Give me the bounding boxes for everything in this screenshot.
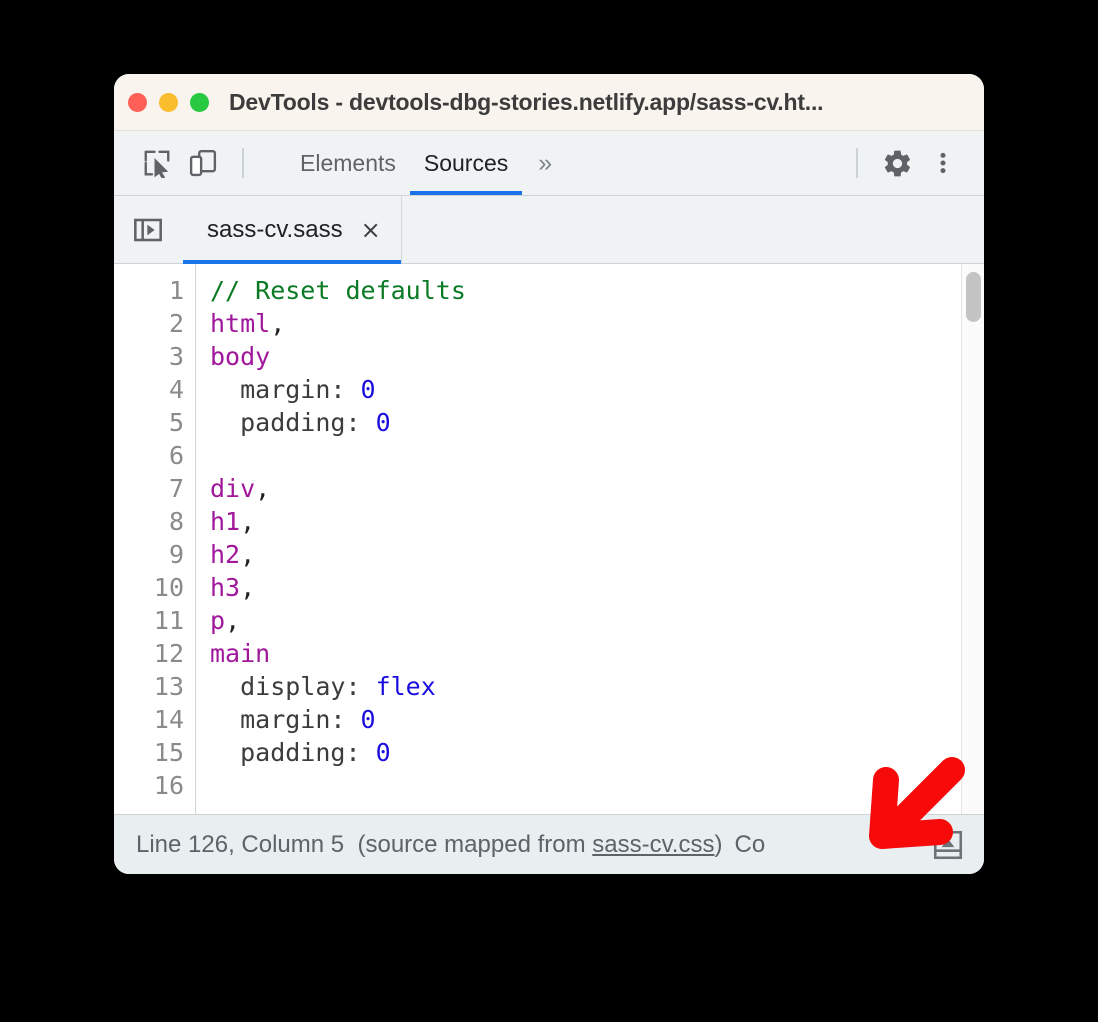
line-number: 2 [168, 309, 184, 338]
code-token: , [240, 573, 256, 602]
code-token: 0 [375, 408, 391, 437]
line-number: 10 [153, 573, 184, 602]
code-line[interactable]: display: flex [210, 670, 984, 703]
code-token: h1 [210, 507, 241, 536]
line-number: 4 [168, 375, 184, 404]
code-token: flex [375, 672, 436, 701]
code-token: , [270, 309, 286, 338]
show-drawer-icon[interactable] [928, 825, 968, 865]
line-number: 8 [168, 507, 184, 536]
code-token: h3 [210, 573, 241, 602]
code-token: // Reset defaults [210, 276, 466, 305]
show-navigator-icon[interactable] [114, 196, 182, 263]
devtools-window: DevTools - devtools-dbg-stories.netlify.… [114, 74, 984, 874]
file-tab-sass-cv[interactable]: sass-cv.sass × [182, 196, 402, 264]
code-token: , [255, 474, 271, 503]
line-number: 6 [168, 441, 184, 470]
code-line[interactable]: main [210, 637, 984, 670]
file-tab-strip: sass-cv.sass × [114, 196, 984, 264]
maximize-window-button[interactable] [190, 92, 209, 112]
code-line[interactable] [210, 439, 984, 472]
code-line[interactable]: h1, [210, 505, 984, 538]
window-title: DevTools - devtools-dbg-stories.netlify.… [229, 88, 824, 115]
code-token: p [210, 606, 226, 635]
code-token: body [210, 342, 271, 371]
code-token: 0 [360, 375, 376, 404]
more-panels-label: » [538, 148, 553, 177]
tab-sources[interactable]: Sources [409, 131, 523, 195]
code-line[interactable]: margin: 0 [210, 703, 984, 736]
code-token: padding: [210, 738, 376, 767]
line-number: 13 [153, 672, 184, 701]
code-line[interactable]: h3, [210, 571, 984, 604]
source-mapped-prefix: (source mapped from [357, 830, 593, 858]
code-content[interactable]: // Reset defaults html, body margin: 0 pad… [196, 264, 984, 814]
line-number: 7 [168, 474, 184, 503]
code-token: , [225, 606, 241, 635]
editor-scrollbar[interactable] [961, 264, 984, 814]
code-token: html [210, 309, 271, 338]
toolbar-divider-left [242, 148, 244, 178]
code-token: div [210, 474, 256, 503]
line-number: 14 [153, 705, 184, 734]
line-column-label: Line 126, Column 5 [136, 830, 345, 858]
code-line[interactable] [210, 769, 984, 802]
source-mapped-suffix: ) [714, 830, 723, 858]
code-line[interactable]: padding: 0 [210, 736, 984, 769]
code-token: , [240, 507, 256, 536]
editor-status-bar: Line 126, Column 5 (source mapped from s… [114, 814, 984, 874]
line-number: 15 [153, 738, 184, 767]
code-token: margin: [210, 705, 361, 734]
line-number-gutter: 1 2 3 4 5 6 7 8 9 10 11 12 13 14 15 16 [114, 264, 196, 814]
line-number: 16 [153, 771, 184, 800]
source-map-link[interactable]: sass-cv.css [592, 831, 714, 858]
code-token: 0 [360, 705, 376, 734]
window-titlebar: DevTools - devtools-dbg-stories.netlify.… [114, 74, 984, 131]
code-line[interactable]: padding: 0 [210, 406, 984, 439]
devtools-main-toolbar: Elements Sources » [114, 131, 984, 196]
tab-elements-label: Elements [300, 149, 396, 176]
kebab-menu-icon[interactable] [920, 140, 966, 186]
line-number: 11 [153, 606, 184, 635]
code-token: display: [210, 672, 376, 701]
code-line[interactable]: body [210, 340, 984, 373]
code-token: main [210, 639, 271, 668]
minimize-window-button[interactable] [159, 92, 178, 112]
code-line[interactable]: // Reset defaults [210, 274, 984, 307]
line-number: 1 [168, 276, 184, 305]
status-trailing-text: Co [734, 830, 766, 858]
cursor-position-status: Line 126, Column 5 (source mapped from s… [136, 831, 722, 859]
code-line[interactable]: p, [210, 604, 984, 637]
code-token: 0 [375, 738, 391, 767]
code-token: padding: [210, 408, 376, 437]
code-line[interactable]: html, [210, 307, 984, 340]
inspect-element-icon[interactable] [134, 140, 180, 186]
code-line[interactable]: margin: 0 [210, 373, 984, 406]
tab-sources-label: Sources [423, 149, 509, 176]
line-number: 12 [153, 639, 184, 668]
traffic-lights [128, 92, 209, 112]
toolbar-divider-right [856, 148, 858, 178]
tab-elements[interactable]: Elements [286, 131, 410, 195]
close-window-button[interactable] [128, 92, 147, 112]
line-number: 3 [168, 342, 184, 371]
source-code-editor[interactable]: 1 2 3 4 5 6 7 8 9 10 11 12 13 14 15 16 // Reset default… [114, 264, 984, 814]
line-number: 5 [168, 408, 184, 437]
editor-scrollbar-thumb[interactable] [966, 272, 981, 322]
gear-icon[interactable] [874, 140, 920, 186]
close-icon[interactable]: × [361, 218, 381, 242]
more-panels-icon[interactable]: » [522, 131, 568, 195]
code-line[interactable]: div, [210, 472, 984, 505]
code-token: , [240, 540, 256, 569]
device-toolbar-icon[interactable] [180, 140, 226, 186]
code-token: h2 [210, 540, 241, 569]
code-line[interactable]: h2, [210, 538, 984, 571]
panel-tab-group: Elements Sources » [286, 131, 568, 195]
file-tab-label: sass-cv.sass [207, 215, 343, 243]
code-token: margin: [210, 375, 361, 404]
line-number: 9 [168, 540, 184, 569]
